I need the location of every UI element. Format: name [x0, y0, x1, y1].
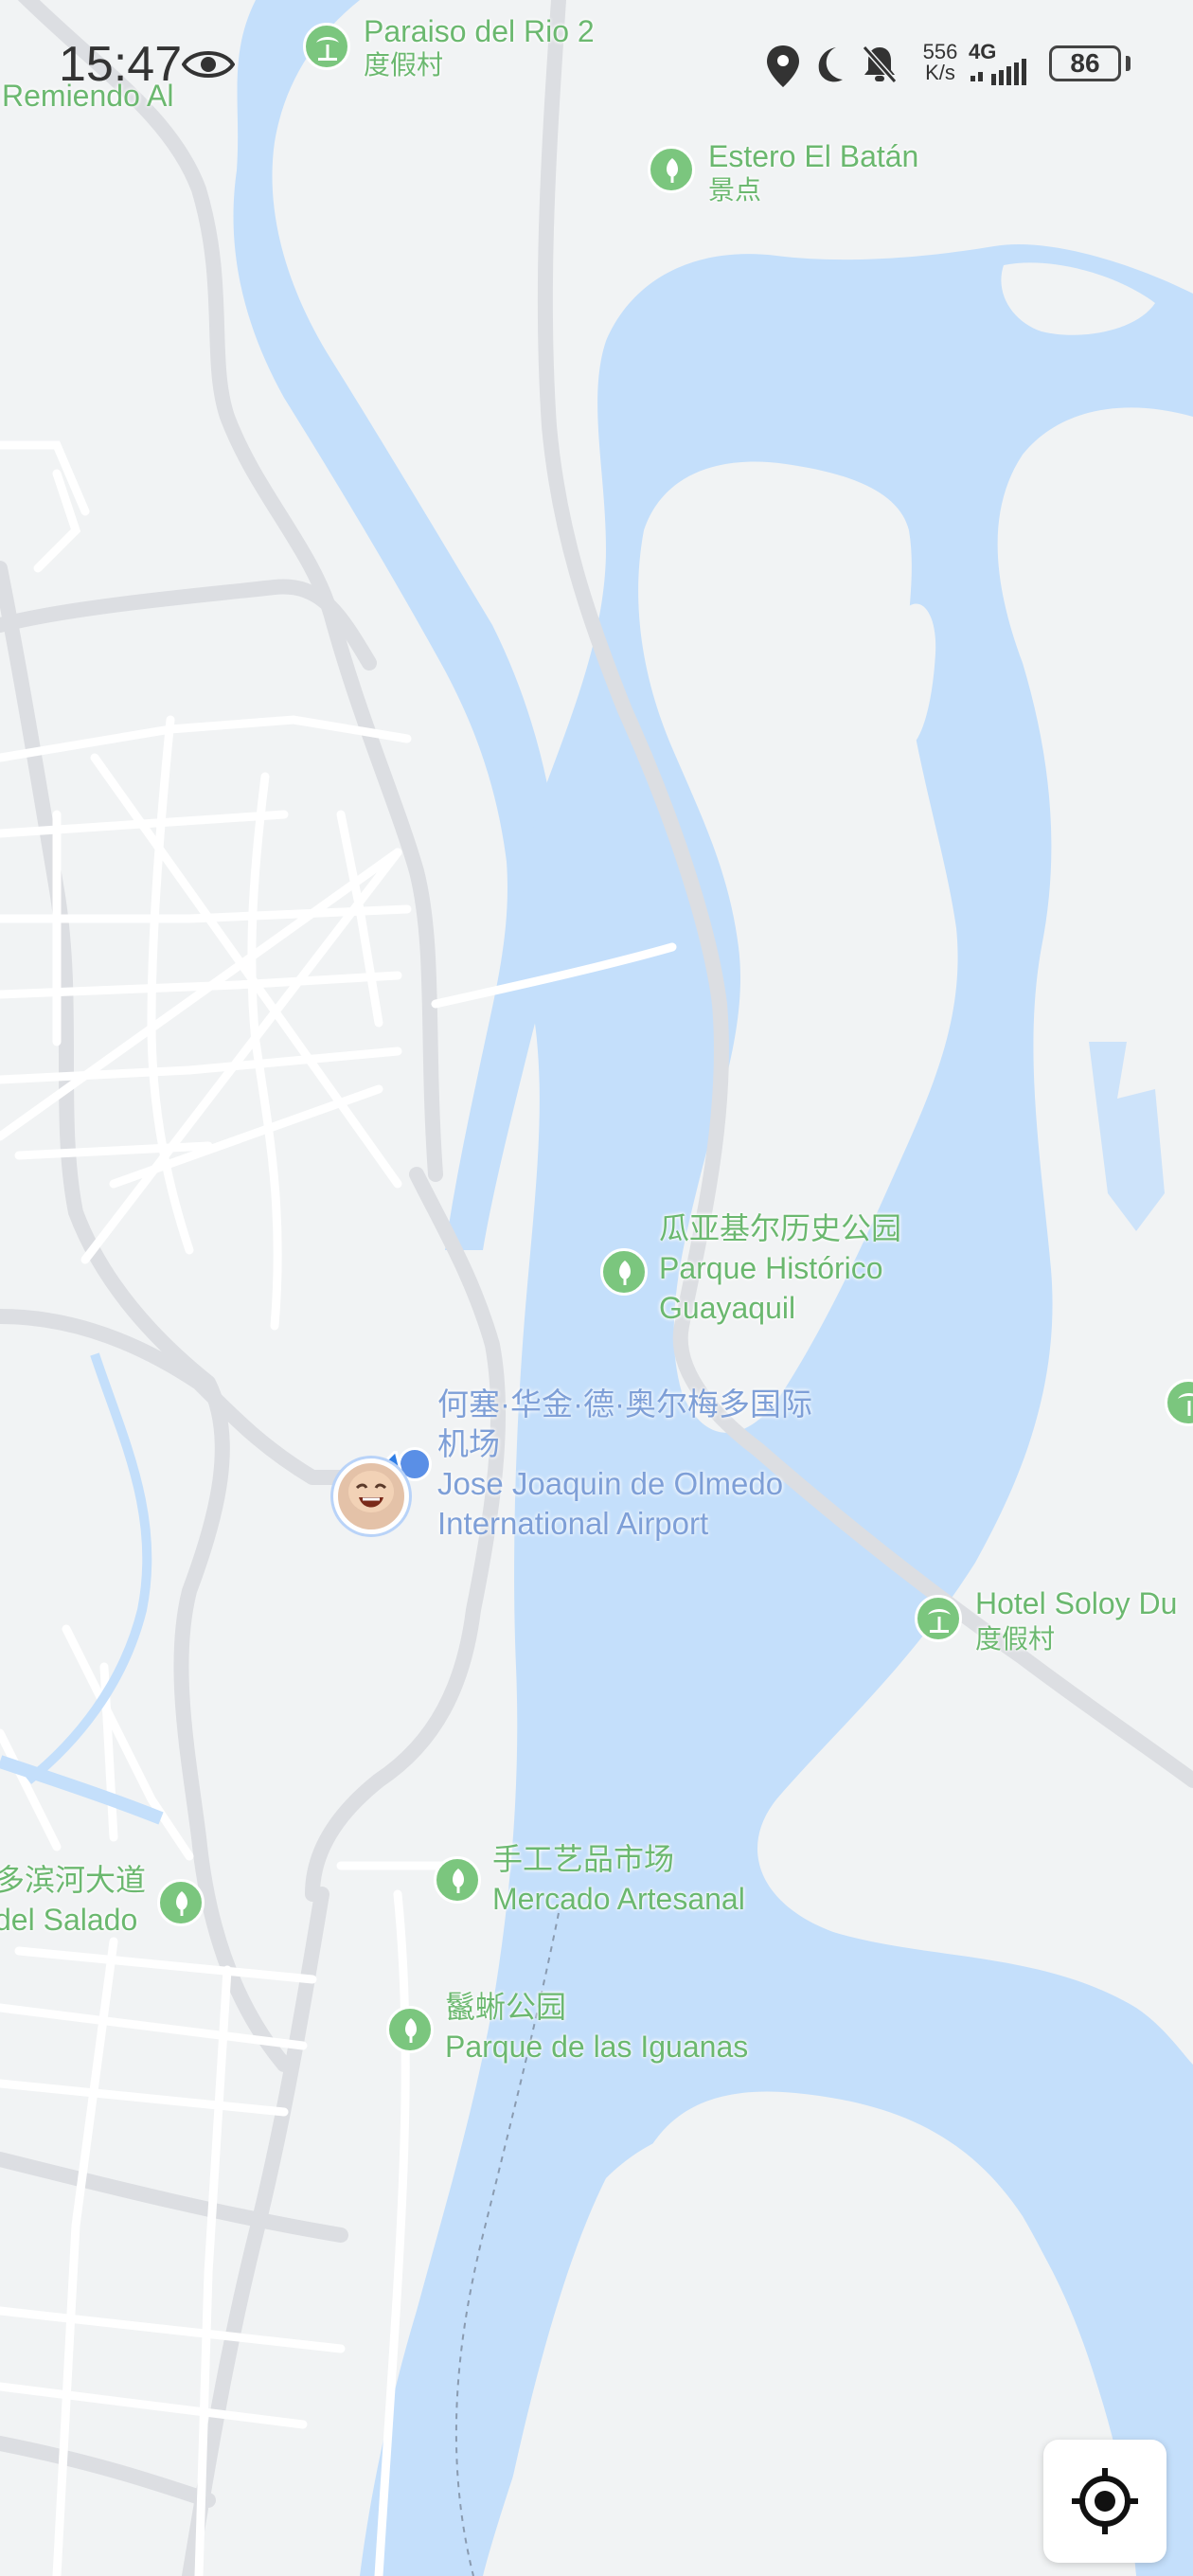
map-canvas[interactable]: [0, 0, 1193, 2576]
moon-icon: [818, 47, 843, 82]
airport-name-en-1: Jose Joaquin de Olmedo: [437, 1466, 784, 1501]
eye-icon: [182, 51, 235, 78]
my-location-button[interactable]: [1043, 2440, 1166, 2563]
scenic-tree-icon: [157, 1879, 205, 1926]
poi-name: Hotel Soloy Du: [975, 1586, 1178, 1620]
poi-category: 度假村: [364, 50, 444, 80]
avatar: [333, 1458, 409, 1534]
poi-name: 多滨河大道: [0, 1863, 147, 1897]
scenic-tree-icon: [648, 146, 695, 193]
poi-name-line2: Mercado Artesanal: [492, 1882, 745, 1916]
scenic-tree-icon: [386, 2006, 434, 2053]
airport-name-en-2: International Airport: [437, 1506, 709, 1541]
network-speed-value: 556: [922, 40, 958, 63]
poi-name-line3: Guayaquil: [659, 1291, 796, 1325]
street-label-remiendo: Remiendo Al: [2, 79, 174, 113]
battery-indicator: 86: [1049, 45, 1121, 81]
location-pin-icon: [767, 45, 799, 87]
poi-name-line2: del Salado: [0, 1903, 138, 1937]
user-location-marker[interactable]: [329, 1451, 415, 1536]
map-app: 15:47 556 K/s 4G 86 Remiendo Al Paraiso …: [0, 0, 1193, 2576]
poi-name-line2: Parque Histórico: [659, 1251, 883, 1285]
airport-name-zh-2: 机场: [437, 1426, 500, 1461]
status-bar: 15:47 556 K/s 4G 86: [0, 0, 1193, 133]
resort-palm-icon: [303, 23, 350, 70]
network-speed-unit: K/s: [925, 61, 955, 84]
poi-name: 鬣蜥公园: [445, 1990, 567, 2024]
crosshair-target-icon: [1072, 2468, 1138, 2534]
resort-palm-icon: [915, 1595, 962, 1642]
poi-category: 景点: [708, 175, 762, 205]
poi-name: 瓜亚基尔历史公园: [659, 1211, 902, 1245]
airport-label[interactable]: 何塞·华金·德·奥尔梅多国际 机场 Jose Joaquin de Olmedo…: [437, 1385, 812, 1544]
laughing-face-icon: [348, 1471, 394, 1512]
poi-name-line2: Parque de las Iguanas: [445, 2030, 749, 2064]
bell-muted-icon: [862, 45, 898, 83]
poi-name: 手工艺品市场: [492, 1842, 675, 1876]
poi-category: 度假村: [975, 1624, 1056, 1654]
airport-name-zh-1: 何塞·华金·德·奥尔梅多国际: [437, 1386, 812, 1422]
scenic-tree-icon: [434, 1856, 481, 1904]
battery-tip: [1126, 56, 1131, 71]
signal-bars-icon: [970, 59, 1026, 85]
scenic-tree-icon: [600, 1248, 648, 1296]
network-speed: 556 K/s: [911, 42, 970, 83]
